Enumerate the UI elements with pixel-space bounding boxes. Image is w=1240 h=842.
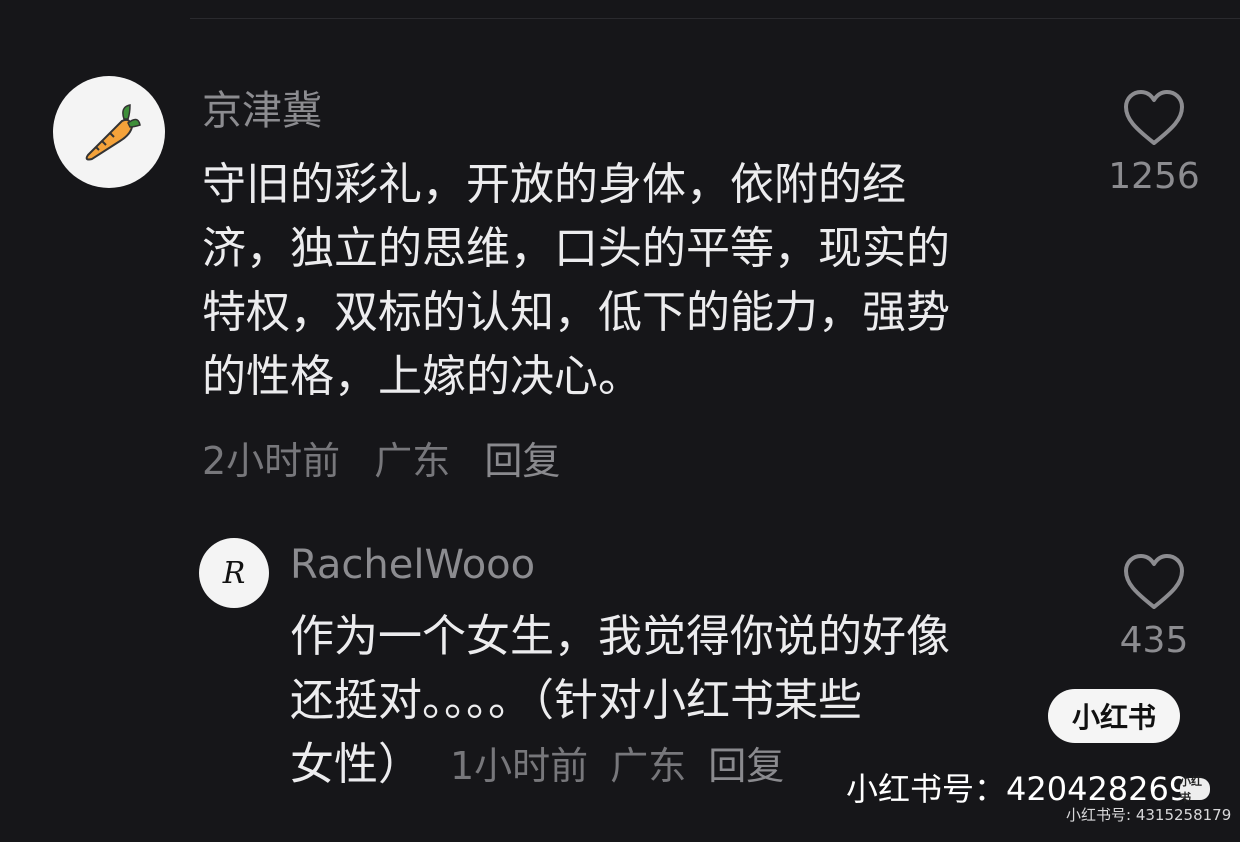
comment-text-line: 守旧的彩礼，开放的身体，依附的经 — [202, 159, 906, 210]
reply-text-line: 还挺对。。。。（针对小红书某些 — [290, 675, 862, 726]
comment-like-count: 1256 — [1108, 156, 1200, 197]
watermark-id-small: 小红书号: 4315258179 — [1066, 806, 1232, 824]
comment-reply-button[interactable]: 回复 — [484, 439, 560, 483]
replier-username[interactable]: RachelWooo — [290, 542, 535, 588]
comment-time: 2小时前 — [202, 439, 341, 483]
comment-text: 守旧的彩礼，开放的身体，依附的经 济，独立的思维，口头的平等，现实的 特权，双标… — [202, 153, 1082, 409]
reply-location: 广东 — [610, 744, 687, 788]
commenter-username[interactable]: 京津冀 — [202, 78, 322, 136]
comment-meta: 2小时前 广东 回复 — [202, 430, 560, 485]
heart-icon — [1124, 90, 1184, 145]
reply-text-tail: 女性） — [290, 739, 422, 790]
carrot-icon — [85, 104, 141, 161]
reply-text-line: 作为一个女生，我觉得你说的好像 — [290, 611, 950, 662]
heart-icon — [1124, 554, 1184, 609]
xiaohongshu-mini-badge: 小红书 — [1180, 775, 1210, 804]
xiaohongshu-badge: 小红书 — [1048, 689, 1180, 743]
reply-reply-button[interactable]: 回复 — [708, 744, 784, 788]
commenter-avatar[interactable] — [53, 76, 165, 188]
comment-text-line: 济，独立的思维，口头的平等，现实的 — [202, 223, 950, 274]
comment-text-line: 特权，双标的认知，低下的能力，强势 — [202, 287, 950, 338]
comment-like-button[interactable]: 1256 — [1094, 88, 1214, 197]
reply-like-button[interactable]: 435 — [1094, 552, 1214, 661]
replier-avatar[interactable]: R — [199, 538, 269, 608]
reply-like-count: 435 — [1119, 620, 1189, 661]
replier-avatar-letter: R — [222, 555, 246, 591]
reply-meta: 1小时前 广东 回复 — [450, 744, 784, 788]
reply-time: 1小时前 — [450, 744, 589, 788]
top-divider — [190, 18, 1240, 19]
comment-text-line: 的性格，上嫁的决心。 — [202, 351, 642, 402]
comment-location: 广东 — [374, 439, 451, 483]
